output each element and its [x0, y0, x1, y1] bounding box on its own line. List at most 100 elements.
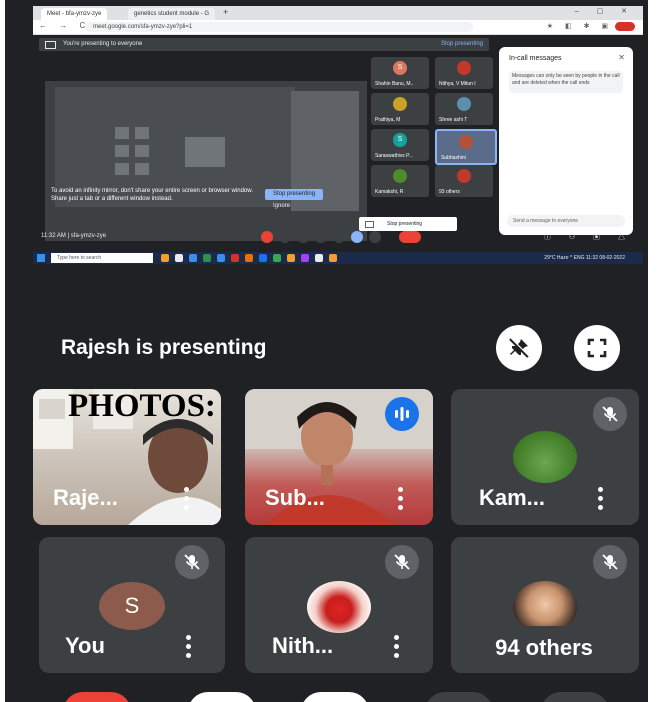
url-field[interactable]: meet.google.com/sfa-ymzv-zye?pli=1: [85, 22, 473, 32]
taskbar-app-icon[interactable]: [301, 254, 309, 262]
avatar: [307, 581, 371, 633]
mic-button[interactable]: [261, 231, 273, 243]
window-controls[interactable]: – ▢ ✕: [575, 7, 635, 15]
close-icon[interactable]: ✕: [618, 53, 625, 62]
mirror-cell: [135, 163, 149, 175]
avatar: S: [99, 582, 165, 630]
participant-name: Sub...: [265, 485, 325, 510]
shared-tile[interactable]: 93 others: [435, 165, 493, 197]
menu-item-stop-presenting[interactable]: Stop presenting: [387, 217, 422, 231]
taskbar-app-icon[interactable]: [161, 254, 169, 262]
more-options-icon[interactable]: [397, 487, 403, 511]
presenting-banner-text: You're presenting to everyone: [63, 41, 143, 47]
mirror-cell: [115, 145, 129, 157]
fullscreen-button[interactable]: [574, 325, 620, 371]
taskbar-app-icon[interactable]: [329, 254, 337, 262]
shared-tile-name: Saraswathivs P...: [375, 153, 413, 159]
avatar: [513, 431, 577, 483]
present-screen-icon: [365, 221, 374, 228]
more-options-icon[interactable]: [185, 635, 191, 659]
phone-screen: Meet - bfa-ymzv-zye genetics student mod…: [5, 0, 648, 702]
mic-off-icon: [602, 554, 618, 570]
camera-button[interactable]: [279, 231, 291, 243]
shared-tile-name: Prathiya, M: [375, 117, 401, 123]
shared-tile[interactable]: Shree ashi T: [435, 93, 493, 125]
taskbar-app-icon[interactable]: [315, 254, 323, 262]
more-options-icon[interactable]: [393, 635, 399, 659]
taskbar-app-icon[interactable]: [217, 254, 225, 262]
taskbar-app-icon[interactable]: [231, 254, 239, 262]
shared-meet-window: You're presenting to everyone Stop prese…: [33, 35, 643, 264]
taskbar-app-icon[interactable]: [273, 254, 281, 262]
mic-button[interactable]: [188, 692, 256, 702]
unpin-button[interactable]: [496, 325, 542, 371]
participant-name: Kam...: [479, 485, 546, 510]
profile-badge[interactable]: [615, 22, 635, 31]
end-call-button[interactable]: [63, 692, 131, 702]
taskbar-app-icon[interactable]: [203, 254, 211, 262]
shared-control-bar: 11:32 AM | sfa-ymzv-zye ⓘ ⚇ ▣ △: [33, 231, 643, 245]
shared-tile-active-speaker[interactable]: Subhashini: [435, 129, 497, 165]
participant-tile[interactable]: Sub...: [245, 389, 433, 525]
taskbar-app-icon[interactable]: [189, 254, 197, 262]
meeting-time-code: 11:32 AM | sfa-ymzv-zye: [41, 233, 107, 239]
more-options-button[interactable]: [369, 231, 381, 243]
present-button[interactable]: [351, 231, 363, 243]
browser-tab-module[interactable]: genetics student module - G: [128, 8, 216, 20]
windows-taskbar: Type here to search 29°C Haze ^ ENG 11:3…: [33, 252, 643, 264]
stop-presenting-menu[interactable]: Stop presenting: [359, 217, 457, 231]
taskbar-app-icon[interactable]: [245, 254, 253, 262]
raise-hand-button[interactable]: [315, 231, 327, 243]
others-count-pill[interactable]: 94 others: [458, 626, 630, 670]
avatar: [457, 169, 471, 183]
avatar: [457, 97, 471, 111]
more-options-icon[interactable]: [183, 487, 189, 511]
participant-name: Nith...: [272, 633, 334, 658]
new-tab-button[interactable]: +: [223, 7, 228, 17]
participant-name: Raje...: [53, 485, 118, 510]
shared-tile[interactable]: Kamakshi, R: [371, 165, 429, 197]
shared-tile-name: Kamakshi, R: [375, 189, 404, 195]
avatar: [459, 135, 473, 149]
mic-off-icon: [394, 554, 410, 570]
photos-overlay-label: PHOTOS:: [68, 388, 216, 424]
avatar: S: [393, 61, 407, 75]
avatar: S: [393, 133, 407, 147]
shared-tile[interactable]: Nithya, V Mitun I: [435, 57, 493, 89]
taskbar-tray: 29°C Haze ^ ENG 11:32 08-02-2022: [544, 255, 625, 261]
shared-tile[interactable]: S Saraswathivs P...: [371, 129, 429, 161]
mirror-cell: [135, 127, 149, 139]
banner-stop-presenting[interactable]: Stop presenting: [441, 38, 483, 51]
shared-tile-name: 93 others: [439, 189, 460, 195]
shared-tile[interactable]: S Shahin Banu, M..: [371, 57, 429, 89]
browser-tab-meet[interactable]: Meet - bfa-ymzv-zye: [41, 8, 108, 20]
mirror-cell: [185, 137, 225, 167]
ignore-button[interactable]: Ignore: [273, 203, 290, 209]
extension-icons[interactable]: ★ ◧ ✱ ▣: [547, 22, 613, 30]
shared-tile[interactable]: Prathiya, M: [371, 93, 429, 125]
participant-tile[interactable]: Kam...: [451, 389, 639, 525]
taskbar-search[interactable]: Type here to search: [51, 253, 153, 263]
chat-input[interactable]: Send a message to everyone: [507, 215, 625, 227]
speaking-indicator: [385, 397, 419, 431]
captions-button[interactable]: [297, 231, 309, 243]
windows-start-icon[interactable]: [37, 254, 45, 262]
browser-nav-buttons[interactable]: ← → C: [39, 21, 90, 30]
presenting-label: Rajesh is presenting: [61, 336, 267, 359]
camera-button[interactable]: [301, 692, 369, 702]
reactions-button[interactable]: [333, 231, 345, 243]
stop-presenting-button[interactable]: Stop presenting: [265, 189, 324, 200]
avatar: [393, 97, 407, 111]
more-options-icon[interactable]: [597, 487, 603, 511]
end-call-button[interactable]: [399, 231, 421, 243]
shared-participant-grid: S Shahin Banu, M.. Nithya, V Mitun I Pra…: [371, 57, 497, 199]
mirror-cell: [115, 163, 129, 175]
side-panel-icons[interactable]: ⓘ ⚇ ▣ △: [544, 232, 633, 242]
taskbar-app-icon[interactable]: [175, 254, 183, 262]
participant-tile[interactable]: Nith...: [245, 537, 433, 673]
options-button[interactable]: [541, 692, 609, 702]
participant-tile-self[interactable]: S You: [39, 537, 225, 673]
taskbar-app-icon[interactable]: [259, 254, 267, 262]
taskbar-app-icon[interactable]: [287, 254, 295, 262]
more-button[interactable]: [425, 692, 493, 702]
